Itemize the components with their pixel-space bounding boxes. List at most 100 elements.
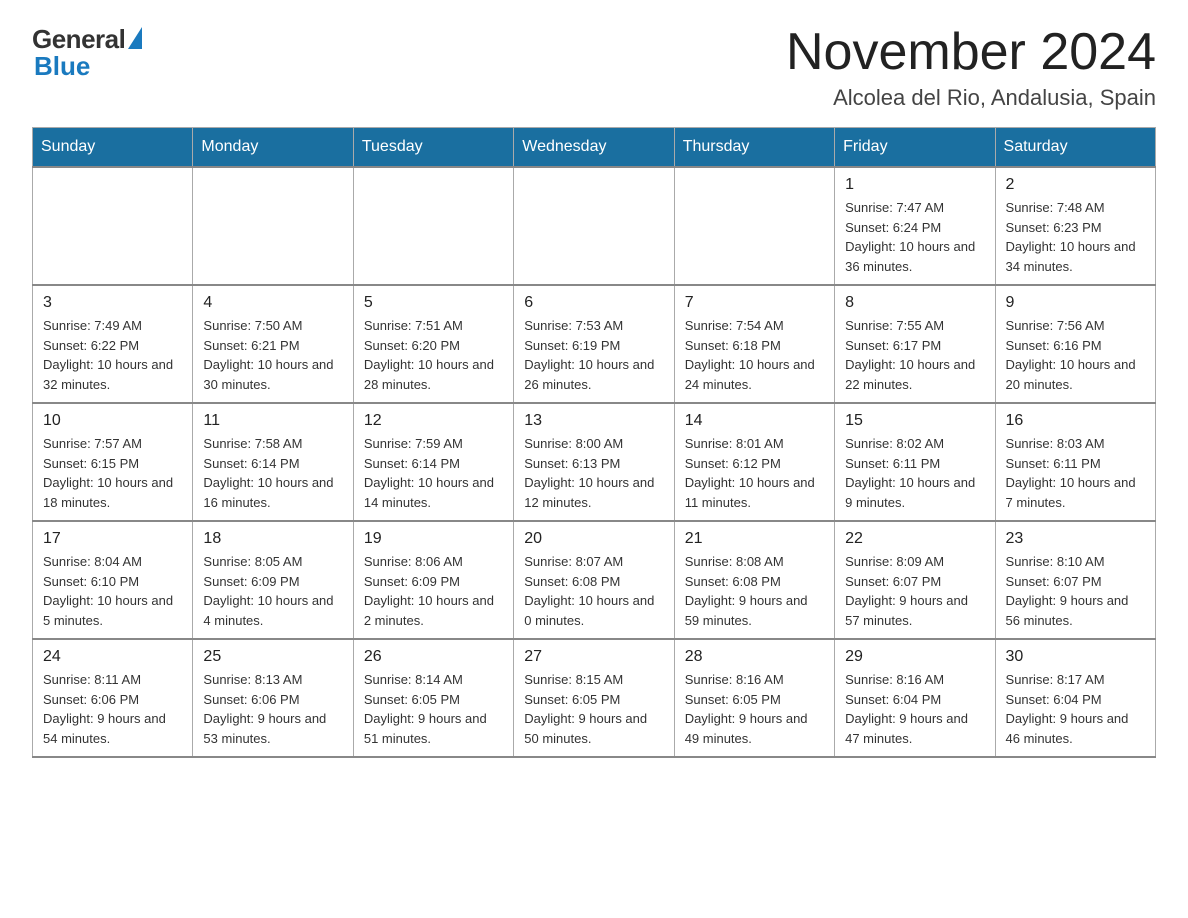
- weekday-header-monday: Monday: [193, 128, 353, 168]
- day-info: Sunrise: 8:03 AMSunset: 6:11 PMDaylight:…: [1006, 434, 1145, 512]
- calendar-week-row: 10 Sunrise: 7:57 AMSunset: 6:15 PMDayligh…: [33, 403, 1156, 521]
- logo-blue-text: Blue: [34, 51, 90, 82]
- calendar-cell: 29Sunrise: 8:16 AMSunset: 6:04 PMDayligh…: [835, 639, 995, 757]
- day-info: Sunrise: 7:51 AMSunset: 6:20 PMDaylight:…: [364, 316, 503, 394]
- day-number: 27: [524, 648, 663, 666]
- day-info: Sunrise: 7:55 AMSunset: 6:17 PMDaylight:…: [845, 316, 984, 394]
- calendar-cell: 8 Sunrise: 7:55 AMSunset: 6:17 PMDaylight…: [835, 285, 995, 403]
- title-area: November 2024 Alcolea del Rio, Andalusia…: [786, 24, 1156, 111]
- weekday-header-wednesday: Wednesday: [514, 128, 674, 168]
- calendar-week-row: 1 Sunrise: 7:47 AMSunset: 6:24 PMDaylight…: [33, 167, 1156, 285]
- day-number: 15: [845, 412, 984, 430]
- day-info: Sunrise: 8:10 AMSunset: 6:07 PMDaylight:…: [1006, 552, 1145, 630]
- calendar-cell: 12Sunrise: 7:59 AMSunset: 6:14 PMDayligh…: [353, 403, 513, 521]
- day-number: 13: [524, 412, 663, 430]
- day-number: 18: [203, 530, 342, 548]
- day-number: 3: [43, 294, 182, 312]
- day-number: 17: [43, 530, 182, 548]
- calendar-week-row: 17 Sunrise: 8:04 AMSunset: 6:10 PMDayligh…: [33, 521, 1156, 639]
- day-info: Sunrise: 7:54 AMSunset: 6:18 PMDaylight:…: [685, 316, 824, 394]
- weekday-header-saturday: Saturday: [995, 128, 1155, 168]
- day-info: Sunrise: 8:13 AMSunset: 6:06 PMDaylight:…: [203, 670, 342, 748]
- calendar-cell: 1 Sunrise: 7:47 AMSunset: 6:24 PMDaylight…: [835, 167, 995, 285]
- calendar-week-row: 3 Sunrise: 7:49 AMSunset: 6:22 PMDaylight…: [33, 285, 1156, 403]
- calendar-cell: 3 Sunrise: 7:49 AMSunset: 6:22 PMDaylight…: [33, 285, 193, 403]
- day-number: 24: [43, 648, 182, 666]
- logo-triangle-icon: [128, 27, 142, 49]
- calendar-cell: 18 Sunrise: 8:05 AMSunset: 6:09 PMDayligh…: [193, 521, 353, 639]
- calendar-cell: 28 Sunrise: 8:16 AMSunset: 6:05 PMDayligh…: [674, 639, 834, 757]
- day-number: 1: [845, 176, 984, 194]
- day-info: Sunrise: 8:05 AMSunset: 6:09 PMDaylight:…: [203, 552, 342, 630]
- calendar-cell: [33, 167, 193, 285]
- calendar-cell: 5 Sunrise: 7:51 AMSunset: 6:20 PMDaylight…: [353, 285, 513, 403]
- calendar-cell: [514, 167, 674, 285]
- calendar-cell: 2Sunrise: 7:48 AMSunset: 6:23 PMDaylight…: [995, 167, 1155, 285]
- day-number: 20: [524, 530, 663, 548]
- calendar-cell: 4 Sunrise: 7:50 AMSunset: 6:21 PMDaylight…: [193, 285, 353, 403]
- day-info: Sunrise: 7:47 AMSunset: 6:24 PMDaylight:…: [845, 198, 984, 276]
- month-title: November 2024: [786, 24, 1156, 81]
- day-number: 4: [203, 294, 342, 312]
- day-info: Sunrise: 7:57 AMSunset: 6:15 PMDaylight:…: [43, 434, 182, 512]
- day-number: 23: [1006, 530, 1145, 548]
- calendar-cell: 30 Sunrise: 8:17 AMSunset: 6:04 PMDayligh…: [995, 639, 1155, 757]
- day-info: Sunrise: 8:09 AMSunset: 6:07 PMDaylight:…: [845, 552, 984, 630]
- day-number: 21: [685, 530, 824, 548]
- day-number: 16: [1006, 412, 1145, 430]
- day-info: Sunrise: 8:04 AMSunset: 6:10 PMDaylight:…: [43, 552, 182, 630]
- calendar-cell: 10 Sunrise: 7:57 AMSunset: 6:15 PMDayligh…: [33, 403, 193, 521]
- day-info: Sunrise: 8:17 AMSunset: 6:04 PMDaylight:…: [1006, 670, 1145, 748]
- day-number: 6: [524, 294, 663, 312]
- day-number: 5: [364, 294, 503, 312]
- calendar-cell: [674, 167, 834, 285]
- day-number: 8: [845, 294, 984, 312]
- day-info: Sunrise: 8:16 AMSunset: 6:05 PMDaylight:…: [685, 670, 824, 748]
- calendar-cell: 16 Sunrise: 8:03 AMSunset: 6:11 PMDayligh…: [995, 403, 1155, 521]
- location-title: Alcolea del Rio, Andalusia, Spain: [786, 85, 1156, 111]
- calendar-cell: 26 Sunrise: 8:14 AMSunset: 6:05 PMDayligh…: [353, 639, 513, 757]
- day-info: Sunrise: 8:08 AMSunset: 6:08 PMDaylight:…: [685, 552, 824, 630]
- day-number: 10: [43, 412, 182, 430]
- day-info: Sunrise: 7:49 AMSunset: 6:22 PMDaylight:…: [43, 316, 182, 394]
- day-number: 28: [685, 648, 824, 666]
- calendar-cell: 11Sunrise: 7:58 AMSunset: 6:14 PMDayligh…: [193, 403, 353, 521]
- day-info: Sunrise: 8:00 AMSunset: 6:13 PMDaylight:…: [524, 434, 663, 512]
- calendar-cell: 22 Sunrise: 8:09 AMSunset: 6:07 PMDayligh…: [835, 521, 995, 639]
- calendar-cell: 9Sunrise: 7:56 AMSunset: 6:16 PMDaylight…: [995, 285, 1155, 403]
- calendar-cell: [353, 167, 513, 285]
- day-number: 30: [1006, 648, 1145, 666]
- day-info: Sunrise: 8:02 AMSunset: 6:11 PMDaylight:…: [845, 434, 984, 512]
- day-number: 22: [845, 530, 984, 548]
- day-number: 2: [1006, 176, 1145, 194]
- header: General Blue November 2024 Alcolea del R…: [32, 24, 1156, 111]
- day-number: 19: [364, 530, 503, 548]
- calendar-cell: 7Sunrise: 7:54 AMSunset: 6:18 PMDaylight…: [674, 285, 834, 403]
- weekday-header-friday: Friday: [835, 128, 995, 168]
- calendar-cell: 21 Sunrise: 8:08 AMSunset: 6:08 PMDayligh…: [674, 521, 834, 639]
- day-number: 25: [203, 648, 342, 666]
- logo: General Blue: [32, 24, 142, 82]
- day-info: Sunrise: 7:58 AMSunset: 6:14 PMDaylight:…: [203, 434, 342, 512]
- calendar-cell: [193, 167, 353, 285]
- day-info: Sunrise: 7:53 AMSunset: 6:19 PMDaylight:…: [524, 316, 663, 394]
- calendar-cell: 13 Sunrise: 8:00 AMSunset: 6:13 PMDayligh…: [514, 403, 674, 521]
- weekday-header-tuesday: Tuesday: [353, 128, 513, 168]
- day-info: Sunrise: 7:59 AMSunset: 6:14 PMDaylight:…: [364, 434, 503, 512]
- calendar-cell: 20Sunrise: 8:07 AMSunset: 6:08 PMDayligh…: [514, 521, 674, 639]
- day-info: Sunrise: 8:14 AMSunset: 6:05 PMDaylight:…: [364, 670, 503, 748]
- day-number: 26: [364, 648, 503, 666]
- day-info: Sunrise: 8:15 AMSunset: 6:05 PMDaylight:…: [524, 670, 663, 748]
- day-info: Sunrise: 8:11 AMSunset: 6:06 PMDaylight:…: [43, 670, 182, 748]
- day-info: Sunrise: 8:16 AMSunset: 6:04 PMDaylight:…: [845, 670, 984, 748]
- calendar: SundayMondayTuesdayWednesdayThursdayFrid…: [32, 127, 1156, 758]
- day-info: Sunrise: 7:50 AMSunset: 6:21 PMDaylight:…: [203, 316, 342, 394]
- calendar-cell: 14Sunrise: 8:01 AMSunset: 6:12 PMDayligh…: [674, 403, 834, 521]
- calendar-header-row: SundayMondayTuesdayWednesdayThursdayFrid…: [33, 128, 1156, 168]
- calendar-cell: 6 Sunrise: 7:53 AMSunset: 6:19 PMDaylight…: [514, 285, 674, 403]
- day-info: Sunrise: 8:06 AMSunset: 6:09 PMDaylight:…: [364, 552, 503, 630]
- weekday-header-thursday: Thursday: [674, 128, 834, 168]
- weekday-header-sunday: Sunday: [33, 128, 193, 168]
- day-number: 14: [685, 412, 824, 430]
- calendar-cell: 23 Sunrise: 8:10 AMSunset: 6:07 PMDayligh…: [995, 521, 1155, 639]
